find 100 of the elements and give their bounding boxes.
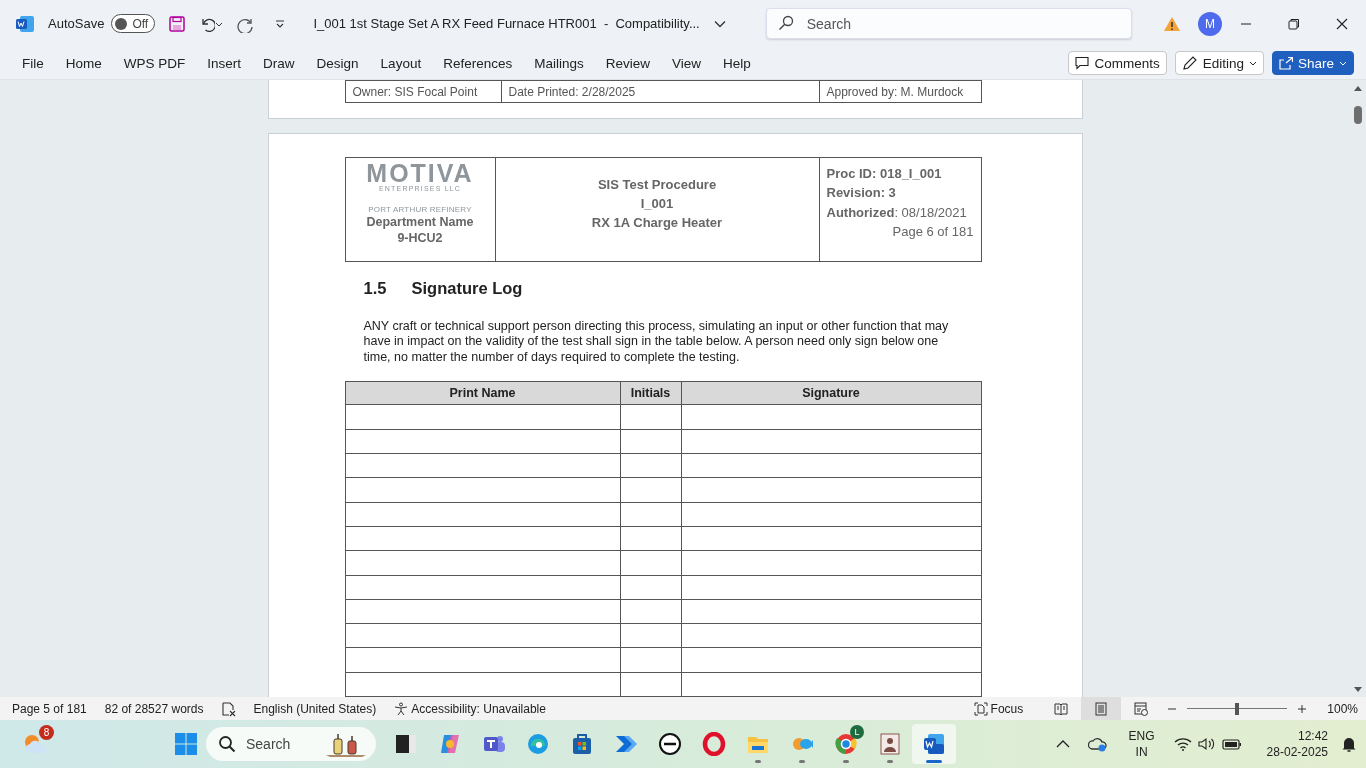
procedure-title: RX 1A Charge Heater [590, 213, 724, 232]
save-icon[interactable] [169, 15, 186, 32]
chevron-up-icon[interactable] [1055, 739, 1070, 749]
ribbon-tab[interactable]: Draw [252, 55, 306, 71]
table-cell [620, 599, 681, 624]
share-icon [1278, 56, 1293, 70]
column-header: Print Name [345, 381, 620, 405]
ribbon-tab[interactable]: WPS PDF [112, 55, 197, 71]
table-cell [620, 526, 681, 551]
caret-icon [1248, 59, 1257, 67]
word-icon [922, 732, 946, 756]
warning-icon[interactable] [1163, 15, 1181, 32]
running-indicator [887, 760, 893, 763]
table-cell [620, 550, 681, 575]
notification-badge: L [850, 725, 864, 739]
ribbon-tab[interactable]: Layout [369, 55, 433, 71]
clock[interactable]: 12:42 28-02-2025 [1266, 728, 1328, 760]
language-status[interactable]: English (United States) [253, 701, 377, 716]
word-icon[interactable] [16, 14, 34, 33]
section-number: 1.5 [363, 278, 388, 298]
editing-button[interactable]: Editing [1174, 51, 1264, 75]
print-layout-icon[interactable] [1081, 697, 1122, 720]
procedure-info: Revision: 3 [826, 184, 897, 203]
account-avatar[interactable]: M [1198, 11, 1222, 36]
table-cell [620, 429, 681, 454]
notification-badge: 8 [39, 725, 54, 740]
lantern-icon [324, 731, 368, 757]
page-number: Page 6 of 181 [891, 223, 974, 242]
section-title: Signature Log [411, 278, 523, 298]
scroll-up-icon[interactable] [1353, 84, 1363, 92]
portrait-icon [878, 732, 902, 756]
procedure-info: Authorized: 08/18/2021 [826, 203, 968, 222]
ribbon-tab[interactable]: Help [712, 55, 762, 71]
running-indicator [755, 760, 761, 763]
running-indicator [843, 760, 849, 763]
ribbon-tab[interactable]: References [432, 55, 524, 71]
focus-icon [973, 701, 988, 716]
share-button[interactable]: Share [1271, 51, 1354, 75]
zoom-level[interactable]: 100% [1327, 701, 1358, 716]
search-field[interactable]: Search [765, 8, 1132, 39]
search-icon [777, 15, 794, 31]
ribbon-tab[interactable]: Design [305, 55, 370, 71]
autosave-toggle[interactable]: Off [111, 14, 156, 33]
procedure-title: I_001 [639, 194, 675, 213]
unit-name: 9-HCU2 [396, 229, 444, 246]
scroll-down-icon[interactable] [1353, 686, 1363, 694]
table-cell: Owner: SIS Focal Point [345, 80, 501, 103]
word-count[interactable]: 82 of 28527 words [104, 701, 204, 716]
opera-icon [702, 732, 726, 756]
taskbar-button[interactable]: L [824, 724, 868, 764]
running-indicator [926, 760, 942, 763]
table-cell [620, 404, 681, 430]
column-header: Initials [620, 381, 681, 405]
comments-button[interactable]: Comments [1068, 51, 1167, 75]
wifi-icon[interactable] [1173, 737, 1192, 751]
table-cell [620, 502, 681, 527]
table-cell [620, 575, 681, 600]
table-cell [620, 623, 681, 648]
zoom-in-icon[interactable] [1297, 703, 1308, 714]
table-cell: Date Printed: 2/28/2025 [501, 80, 819, 103]
procedure-info: Proc ID: 018_I_001 [826, 164, 943, 183]
site-name: PORT ARTHUR REFINERY [367, 204, 473, 214]
table-cell [620, 453, 681, 478]
pencil-icon [1181, 55, 1198, 71]
ribbon-tab[interactable]: Insert [196, 55, 253, 71]
autosave-label: AutoSave [48, 16, 105, 31]
ribbon-tab[interactable]: View [661, 55, 713, 71]
running-indicator [799, 760, 805, 763]
taskbar-button[interactable] [912, 724, 956, 764]
volume-icon[interactable] [1197, 737, 1216, 751]
customize-icon[interactable] [275, 18, 286, 29]
proofing-icon[interactable] [221, 700, 238, 717]
department-name: Department Name [365, 213, 475, 230]
ribbon-tab[interactable]: Home [54, 55, 113, 71]
copilot-icon [438, 732, 462, 756]
table-cell [620, 477, 681, 503]
logo-text: MOTIVA [366, 160, 474, 185]
ribbon-tab[interactable]: Review [594, 55, 661, 71]
table-cell [620, 672, 681, 697]
column-header: Signature [681, 381, 981, 405]
ribbon-tab[interactable]: File [11, 55, 55, 71]
cloud-sync-icon[interactable] [1087, 736, 1108, 752]
start-icon[interactable] [174, 732, 198, 756]
language-indicator[interactable]: ENG IN [1128, 728, 1155, 760]
battery-icon[interactable] [1221, 737, 1242, 751]
comment-icon [1075, 56, 1090, 70]
chevron-down-icon[interactable] [713, 19, 726, 28]
taskbar-search[interactable]: Search [206, 727, 376, 761]
table-cell: Approved by: M. Murdock [819, 80, 981, 103]
accessibility-status[interactable]: Accessibility: Unavailable [394, 701, 546, 716]
ribbon-tab[interactable]: Mailings [523, 55, 595, 71]
accessibility-icon [394, 701, 409, 716]
notification-bell-icon[interactable] [1341, 736, 1357, 752]
page-count[interactable]: Page 5 of 181 [12, 701, 87, 716]
circle-logo-icon [658, 732, 682, 756]
store-icon [570, 732, 594, 756]
search-icon [218, 735, 236, 753]
scrollbar-thumb[interactable] [1354, 106, 1362, 124]
focus-button[interactable]: Focus [973, 701, 1024, 716]
paragraph: ANY craft or technical support person directing this process, simulating an input or other function that may have in impact on the validity of the test shall sign in the table below. A person need only sign below one time, no matter the number of days required to complete the testing. [363, 318, 950, 366]
